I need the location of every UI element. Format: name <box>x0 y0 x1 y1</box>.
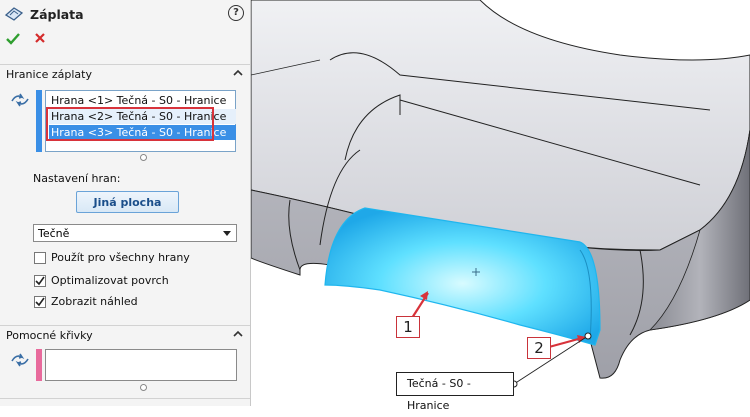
curve-list[interactable] <box>45 349 237 381</box>
panel-header: Záplata <box>4 2 84 26</box>
tangency-select[interactable]: Tečně <box>33 224 237 242</box>
optimize-checkbox[interactable] <box>34 275 46 287</box>
preview-label: Zobrazit náhled <box>51 295 138 308</box>
fill-surface-icon <box>4 7 24 21</box>
tangency-select-value: Tečně <box>38 227 70 240</box>
dropdown-arrow-icon <box>223 231 231 236</box>
property-manager: Záplata ? Hranice záplaty Hrana <1> Tečn… <box>0 0 251 406</box>
callout-label-2: 2 <box>527 337 551 359</box>
apply-all-checkbox[interactable] <box>34 252 46 264</box>
graphics-area[interactable] <box>251 0 750 406</box>
edge-list-color-stripe <box>36 90 42 152</box>
boundary-section-title: Hranice záplaty <box>6 68 92 81</box>
apply-all-label: Použít pro všechny hrany <box>51 251 190 264</box>
check-icon <box>35 276 45 286</box>
resize-handle[interactable] <box>140 154 147 161</box>
edge-select-icon <box>11 93 29 107</box>
edge-settings-label: Nastavení hran: <box>33 172 121 185</box>
edge-tag-label[interactable]: Tečná - S0 - Hranice <box>396 372 514 412</box>
highlight-frame <box>46 107 214 141</box>
section-divider <box>0 398 250 399</box>
ok-check-icon[interactable] <box>6 32 20 46</box>
preview-checkbox[interactable] <box>34 296 46 308</box>
cancel-x-icon[interactable] <box>34 32 46 44</box>
chevron-up-icon[interactable] <box>232 67 244 79</box>
curves-section-title: Pomocné křivky <box>6 329 93 342</box>
panel-title: Záplata <box>30 6 84 22</box>
resize-handle[interactable] <box>140 384 147 391</box>
callout-label-1: 1 <box>396 316 420 338</box>
curve-list-color-stripe <box>36 349 42 381</box>
curve-select-icon <box>11 353 29 367</box>
chevron-up-icon[interactable] <box>232 328 244 340</box>
callout-arrow-2 <box>548 336 583 349</box>
alt-face-button[interactable]: Jiná plocha <box>76 191 179 213</box>
help-button[interactable]: ? <box>228 5 244 21</box>
optimize-label: Optimalizovat povrch <box>51 274 169 287</box>
boundary-section-header[interactable]: Hranice záplaty <box>0 64 250 85</box>
tag-leader-line <box>513 335 589 385</box>
leader-endpoint <box>584 332 592 340</box>
curves-section-header[interactable]: Pomocné křivky <box>0 325 250 346</box>
edge-list-item[interactable]: Hrana <1> Tečná - S0 - Hranice <box>49 93 236 108</box>
check-icon <box>35 297 45 307</box>
